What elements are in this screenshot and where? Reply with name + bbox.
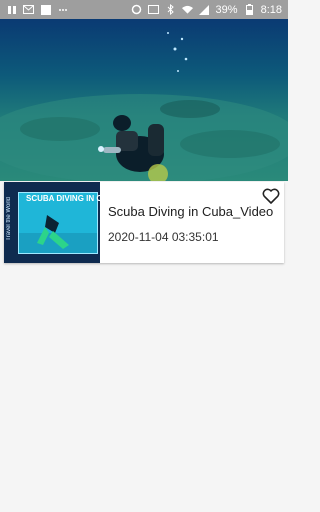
bluetooth-icon — [165, 4, 176, 15]
heart-outline-icon — [262, 188, 280, 204]
pause-icon — [6, 4, 17, 15]
signal-icon — [199, 4, 210, 15]
video-list-item[interactable]: SCUBA DIVING IN CUBA Travel the World Sc… — [4, 182, 284, 263]
mail-icon — [23, 4, 34, 15]
wifi-icon — [181, 4, 193, 15]
thumbnail-title: SCUBA DIVING IN CUBA — [26, 194, 100, 203]
video-date: 2020-11-04 03:35:01 — [108, 230, 219, 244]
square-icon — [40, 4, 51, 15]
clock: 8:18 — [260, 3, 282, 16]
cast-icon — [147, 4, 159, 15]
video-title: Scuba Diving in Cuba_Video — [108, 204, 274, 219]
battery-percent: 39% — [215, 3, 238, 16]
underwater-scene-image — [0, 19, 288, 181]
favorite-button[interactable] — [262, 187, 280, 205]
battery-icon — [244, 4, 255, 15]
video-thumbnail[interactable]: SCUBA DIVING IN CUBA Travel the World — [4, 182, 100, 263]
video-player[interactable] — [0, 19, 288, 181]
thumbnail-side-text: Travel the World — [6, 197, 12, 241]
status-right-icons: 39% 8:18 — [131, 4, 282, 16]
status-left-icons — [6, 4, 68, 15]
status-bar: 39% 8:18 — [0, 0, 288, 19]
sync-icon — [131, 4, 142, 15]
video-info: Scuba Diving in Cuba_Video 2020-11-04 03… — [100, 182, 284, 263]
more-dots-icon — [57, 4, 68, 15]
